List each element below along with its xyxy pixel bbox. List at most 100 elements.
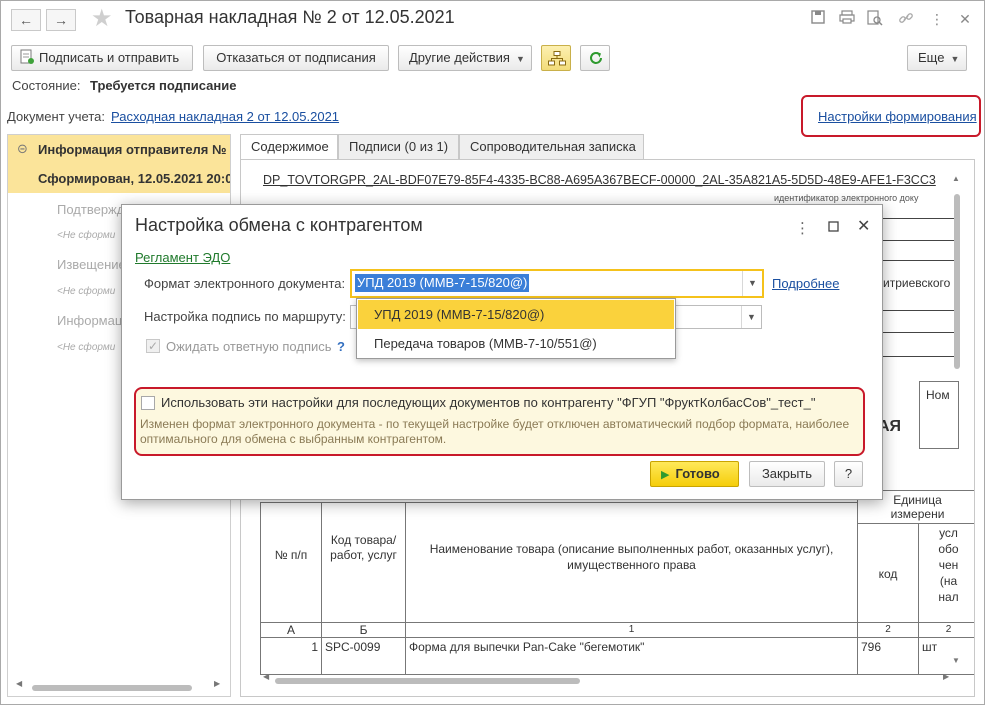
save-icon[interactable] [809, 10, 827, 28]
col-unit-code-header: код [857, 523, 919, 623]
other-actions-label: Другие действия [409, 50, 510, 65]
notice-text: Изменен формат электронного документа - … [140, 417, 850, 446]
chevron-down-icon: ▼ [950, 54, 960, 64]
format-select[interactable]: УПД 2019 (ММВ-7-15/820@) ▼ [350, 269, 764, 298]
structure-button[interactable] [541, 45, 571, 71]
forward-button[interactable]: → [46, 9, 76, 31]
chevron-down-icon[interactable]: ▼ [741, 306, 761, 328]
sign-send-label: Подписать и отправить [39, 50, 180, 65]
link-icon[interactable] [897, 10, 915, 28]
state-value: Требуется подписание [90, 78, 237, 93]
letter-cell: 2 [918, 622, 974, 638]
use-settings-label[interactable]: Использовать эти настройки для последующ… [161, 395, 815, 410]
left-item-confirm[interactable]: Подтвержд [57, 202, 124, 217]
arrow-right-icon: → [54, 12, 68, 28]
back-button[interactable]: ← [11, 9, 41, 31]
format-dropdown: УПД 2019 (ММВ-7-15/820@) Передача товаро… [356, 298, 676, 359]
ok-label: Готово [675, 466, 720, 481]
play-icon: ▶ [661, 469, 670, 481]
format-option[interactable]: УПД 2019 (ММВ-7-15/820@) [358, 300, 674, 329]
dialog-title: Настройка обмена с контрагентом [135, 215, 423, 235]
scroll-up-icon[interactable]: ▲ [952, 174, 960, 183]
refresh-button[interactable] [580, 45, 610, 71]
use-settings-checkbox[interactable] [141, 396, 155, 410]
more-vertical-icon[interactable]: ⋮ [795, 219, 810, 237]
letter-cell: 1 [405, 622, 858, 638]
more-vertical-icon[interactable]: ⋮ [928, 10, 946, 28]
tab-content[interactable]: Содержимое [240, 134, 338, 160]
letter-cell: 2 [857, 622, 919, 638]
main-window: ← → ★ Товарная накладная № 2 от 12.05.20… [0, 0, 985, 705]
file-id: DP_TOVTORGPR_2AL-BDF07E79-85F4-4335-BC88… [263, 173, 936, 187]
partial-address: итриевского [883, 276, 951, 290]
more-button[interactable]: Еще ▼ [907, 45, 967, 71]
details-link[interactable]: Подробнее [772, 276, 839, 291]
vertical-scrollbar[interactable] [952, 182, 962, 662]
unit-header-line1: Единица [893, 493, 942, 507]
col-num-header: № п/п [260, 502, 322, 623]
refresh-icon [588, 50, 604, 69]
star-icon[interactable]: ★ [91, 4, 113, 33]
id-caption: идентификатор электронного доку [774, 193, 919, 203]
doc-label: Документ учета: [7, 109, 106, 124]
more-label: Еще [918, 50, 945, 65]
scroll-thumb[interactable] [32, 685, 192, 691]
settings-link[interactable]: Настройки формирования [818, 109, 977, 124]
col-code-header: Код товара/ работ, услуг [321, 502, 406, 623]
print-icon[interactable] [838, 10, 856, 28]
sign-send-button[interactable]: Подписать и отправить [11, 45, 193, 71]
left-item-status: <Не сформи [57, 342, 116, 353]
scroll-thumb[interactable] [954, 194, 960, 369]
left-item-status: <Не сформи [57, 286, 116, 297]
col-name-header: Наименование товара (описание выполненны… [405, 502, 858, 623]
letter-cell: Б [321, 622, 406, 638]
left-item-info[interactable]: Информац [57, 313, 122, 328]
route-label: Настройка подпись по маршруту: [144, 309, 346, 324]
left-item-status: <Не сформи [57, 230, 116, 241]
tab-cover-note[interactable]: Сопроводительная записка [459, 134, 644, 160]
state-label: Состояние: [12, 78, 81, 93]
sender-info[interactable]: Информация отправителя № [38, 142, 227, 157]
scroll-right-icon[interactable]: ▶ [943, 672, 949, 681]
help-icon[interactable]: ? [337, 339, 345, 354]
col-unit-cond-header: усл обо чен (на нал [918, 523, 974, 623]
horizontal-scrollbar[interactable] [263, 676, 953, 686]
format-value: УПД 2019 (ММВ-7-15/820@) [355, 274, 530, 292]
tab-signatures[interactable]: Подписи (0 из 1) [338, 134, 459, 160]
formed-date: Сформирован, 12.05.2021 20:0 [38, 171, 231, 186]
help-button[interactable]: ? [834, 461, 863, 487]
left-item-notice[interactable]: Извещение [57, 257, 126, 272]
sign-document-icon [20, 49, 34, 73]
scroll-left-icon[interactable]: ◀ [16, 679, 22, 688]
other-actions-button[interactable]: Другие действия ▼ [398, 45, 532, 71]
refuse-sign-button[interactable]: Отказаться от подписания [203, 45, 389, 71]
row-num: 1 [260, 637, 322, 675]
close-icon[interactable]: ✕ [857, 216, 870, 236]
ok-button[interactable]: ▶ Готово [650, 461, 739, 487]
scroll-down-icon[interactable]: ▼ [952, 656, 960, 665]
scroll-right-icon[interactable]: ▶ [214, 679, 220, 688]
horizontal-scrollbar[interactable] [16, 683, 222, 693]
scroll-left-icon[interactable]: ◀ [263, 672, 269, 681]
chevron-down-icon[interactable]: ▼ [742, 271, 762, 296]
row-code: SPC-0099 [321, 637, 406, 675]
preview-icon[interactable] [866, 10, 884, 28]
collapse-icon[interactable]: ⊝ [17, 141, 28, 157]
arrow-left-icon: ← [19, 12, 33, 28]
wait-signature-checkbox[interactable]: ✓ [146, 339, 160, 353]
row-unit-code: 796 [857, 637, 919, 675]
doc-link[interactable]: Расходная накладная 2 от 12.05.2021 [111, 109, 339, 124]
row-unit: шт [918, 637, 974, 675]
scroll-thumb[interactable] [275, 678, 580, 684]
format-label: Формат электронного документа: [144, 276, 346, 291]
settings-notice: Использовать эти настройки для последующ… [134, 387, 865, 456]
close-icon[interactable]: ✕ [956, 10, 974, 28]
letter-cell: А [260, 622, 322, 638]
chevron-down-icon: ▼ [515, 54, 525, 64]
regulation-link[interactable]: Регламент ЭДО [135, 250, 230, 265]
maximize-icon[interactable] [828, 220, 839, 235]
window-title: Товарная накладная № 2 от 12.05.2021 [125, 7, 455, 27]
format-option[interactable]: Передача товаров (ММВ-7-10/551@) [358, 329, 674, 358]
hierarchy-icon [548, 51, 566, 69]
close-button[interactable]: Закрыть [749, 461, 825, 487]
